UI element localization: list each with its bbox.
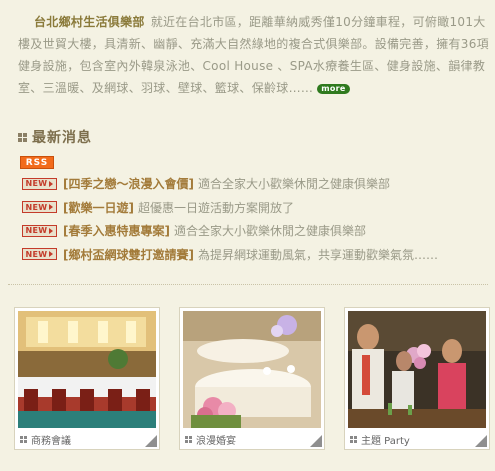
news-item-title[interactable]: [歡樂一日遊] [63, 199, 134, 216]
gallery-card-business-meeting[interactable]: 商務會議 [14, 307, 160, 450]
news-item[interactable]: NEW [歡樂一日遊] 超優惠一日遊活動方案開放了 [22, 196, 492, 220]
news-item-desc[interactable]: 超優惠一日遊活動方案開放了 [138, 199, 294, 216]
theme-party-photo[interactable] [348, 311, 486, 428]
corner-triangle-icon [310, 435, 322, 447]
news-list: NEW [四季之戀～浪漫入會價] 適合全家大小歡樂休閒之健康俱樂部 NEW [歡… [22, 172, 492, 266]
news-item[interactable]: NEW [春季入惠特惠專案] 適合全家大小歡樂休閒之健康俱樂部 [22, 219, 492, 243]
club-intro: 台北鄉村生活俱樂部 就近在台北市區，距離華納威秀僅10分鐘車程，可俯瞰101大樓及… [18, 11, 490, 99]
news-item[interactable]: NEW [四季之戀～浪漫入會價] 適合全家大小歡樂休閒之健康俱樂部 [22, 172, 492, 196]
club-name: 台北鄉村生活俱樂部 [34, 15, 145, 29]
rss-icon[interactable]: RSS [20, 156, 54, 169]
news-item-desc[interactable]: 適合全家大小歡樂休閒之健康俱樂部 [198, 175, 390, 192]
news-section-title: 最新消息 [32, 130, 92, 146]
corner-triangle-icon [475, 435, 487, 447]
corner-triangle-icon [145, 435, 157, 447]
grid-icon [20, 436, 27, 443]
wedding-banquet-caption[interactable]: 浪漫婚宴 [185, 432, 236, 447]
business-meeting-caption[interactable]: 商務會議 [20, 432, 71, 447]
more-button[interactable]: more [317, 83, 350, 94]
news-section-header: 最新消息 [18, 128, 92, 146]
news-item[interactable]: NEW [鄉村盃網球雙打邀請賽] 為提昇網球運動風氣，共享運動歡樂氣氛…… [22, 243, 492, 267]
news-item-title[interactable]: [鄉村盃網球雙打邀請賽] [63, 246, 194, 263]
theme-party-caption[interactable]: 主題 Party [350, 432, 410, 447]
news-item-desc[interactable]: 為提昇網球運動風氣，共享運動歡樂氣氛…… [198, 246, 438, 263]
news-item-desc[interactable]: 適合全家大小歡樂休閒之健康俱樂部 [174, 222, 366, 239]
gallery-card-theme-party[interactable]: 主題 Party [344, 307, 490, 450]
new-icon: NEW [22, 224, 57, 237]
wedding-banquet-photo[interactable] [183, 311, 321, 428]
grid-icon [185, 436, 192, 443]
news-item-title[interactable]: [四季之戀～浪漫入會價] [63, 175, 194, 192]
section-divider [8, 284, 488, 286]
grid-icon [18, 132, 27, 142]
gallery-card-wedding-banquet[interactable]: 浪漫婚宴 [179, 307, 325, 450]
new-icon: NEW [22, 248, 57, 261]
news-item-title[interactable]: [春季入惠特惠專案] [63, 222, 170, 239]
grid-icon [350, 436, 357, 443]
business-meeting-photo[interactable] [18, 311, 156, 428]
new-icon: NEW [22, 201, 57, 214]
new-icon: NEW [22, 177, 57, 190]
